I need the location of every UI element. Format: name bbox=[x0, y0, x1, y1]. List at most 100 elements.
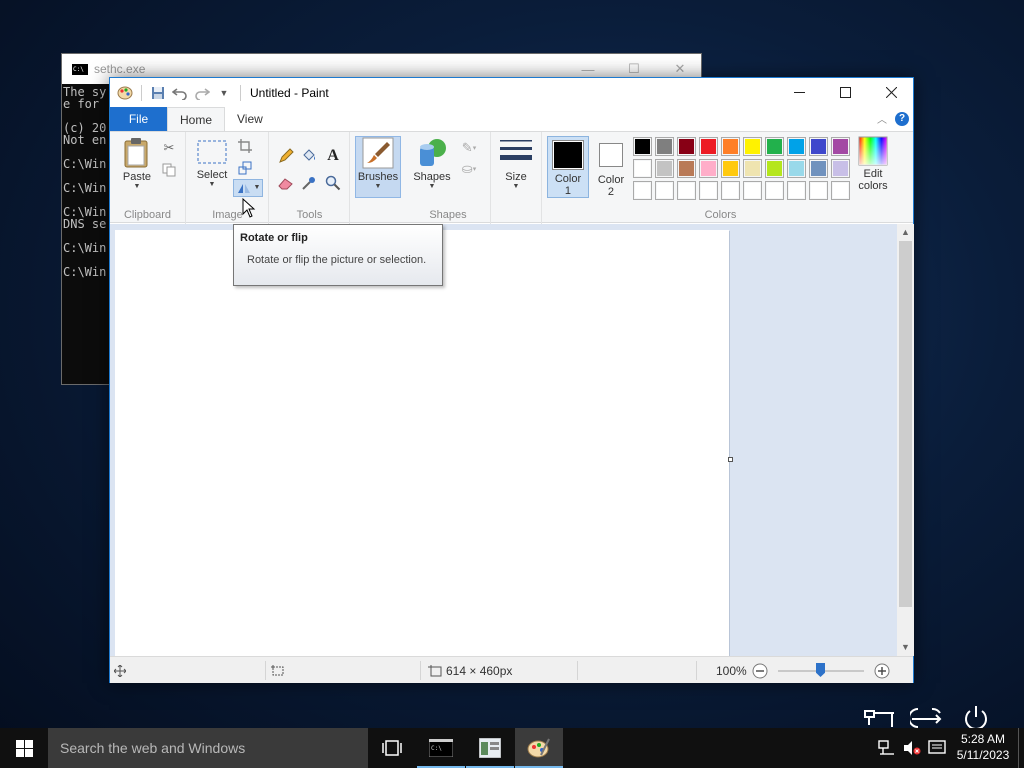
color-picker-icon[interactable] bbox=[300, 174, 318, 192]
palette-swatch[interactable] bbox=[809, 181, 828, 200]
undo-icon[interactable] bbox=[171, 84, 189, 102]
palette-swatch[interactable] bbox=[699, 137, 718, 156]
clipboard-group-label: Clipboard bbox=[123, 209, 172, 221]
pencil-icon[interactable] bbox=[277, 147, 295, 165]
select-button[interactable]: Select ▼ bbox=[195, 140, 229, 189]
edit-colors-label-1: Edit bbox=[863, 168, 883, 180]
palette-swatch[interactable] bbox=[831, 181, 850, 200]
paint-titlebar[interactable]: ▼ Untitled - Paint bbox=[110, 78, 913, 107]
customize-qat-chevron-icon[interactable]: ▼ bbox=[215, 84, 233, 102]
palette-swatch[interactable] bbox=[831, 137, 850, 156]
image-size-icon bbox=[428, 657, 442, 684]
shapes-button[interactable]: Shapes ▼ bbox=[412, 137, 452, 191]
taskbar-clock[interactable]: 5:28 AM 5/11/2023 bbox=[952, 731, 1014, 763]
eraser-icon[interactable] bbox=[277, 174, 295, 192]
edit-colors-button[interactable]: Edit colors bbox=[852, 136, 894, 192]
palette-swatch[interactable] bbox=[787, 159, 806, 178]
task-view-button[interactable] bbox=[368, 728, 416, 768]
scroll-up-icon[interactable]: ▲ bbox=[897, 224, 914, 241]
tab-home[interactable]: Home bbox=[167, 107, 226, 131]
palette-swatch[interactable] bbox=[677, 181, 696, 200]
palette-swatch[interactable] bbox=[721, 159, 740, 178]
palette-swatch[interactable] bbox=[655, 181, 674, 200]
collapse-ribbon-icon[interactable]: ︿ bbox=[877, 111, 887, 126]
palette-swatch[interactable] bbox=[633, 159, 652, 178]
palette-swatch[interactable] bbox=[765, 137, 784, 156]
taskbar-explorer-app[interactable] bbox=[466, 728, 514, 768]
shapes-label: Shapes bbox=[413, 171, 451, 183]
ribbon-controls: ︿ ? bbox=[877, 111, 909, 126]
scroll-down-icon[interactable]: ▼ bbox=[897, 639, 914, 656]
taskbar-search-box[interactable]: Search the web and Windows bbox=[48, 728, 368, 768]
palette-swatch[interactable] bbox=[831, 159, 850, 178]
copy-icon[interactable] bbox=[160, 161, 178, 179]
volume-muted-icon[interactable] bbox=[903, 728, 921, 768]
palette-swatch[interactable] bbox=[809, 159, 828, 178]
size-button[interactable]: Size ▼ bbox=[497, 138, 535, 191]
fill-icon[interactable]: ⛀ ▾ bbox=[456, 160, 482, 178]
server-manager-icon bbox=[479, 738, 501, 758]
palette-swatch[interactable] bbox=[743, 181, 762, 200]
paint-app-icon[interactable] bbox=[116, 84, 134, 102]
tab-view[interactable]: View bbox=[225, 107, 275, 131]
scroll-thumb[interactable] bbox=[899, 241, 912, 607]
magnifier-icon[interactable] bbox=[324, 174, 342, 192]
palette-swatch[interactable] bbox=[633, 137, 652, 156]
taskbar-cmd-app[interactable]: C:\ bbox=[417, 728, 465, 768]
palette-swatch[interactable] bbox=[765, 181, 784, 200]
outline-icon[interactable]: ✎ ▾ bbox=[456, 139, 482, 157]
palette-swatch[interactable] bbox=[765, 159, 784, 178]
text-tool-icon[interactable]: A bbox=[324, 147, 342, 165]
window-title: Untitled - Paint bbox=[250, 85, 329, 100]
cut-icon[interactable]: ✂ bbox=[160, 139, 178, 157]
palette-swatch[interactable] bbox=[633, 181, 652, 200]
network-tray-icon[interactable] bbox=[878, 728, 896, 768]
palette-swatch[interactable] bbox=[699, 181, 718, 200]
color1-swatch bbox=[552, 140, 584, 170]
palette-swatch[interactable] bbox=[787, 137, 806, 156]
palette-swatch[interactable] bbox=[721, 137, 740, 156]
show-desktop-button[interactable] bbox=[1018, 728, 1024, 768]
close-button[interactable] bbox=[868, 78, 914, 107]
start-button[interactable] bbox=[0, 728, 48, 768]
palette-swatch[interactable] bbox=[787, 181, 806, 200]
palette-swatch[interactable] bbox=[677, 137, 696, 156]
maximize-button[interactable] bbox=[822, 78, 868, 107]
action-center-icon[interactable] bbox=[928, 728, 946, 768]
palette-swatch[interactable] bbox=[655, 137, 674, 156]
zoom-slider[interactable] bbox=[778, 657, 864, 684]
zoom-slider-thumb[interactable] bbox=[816, 663, 825, 677]
palette-swatch[interactable] bbox=[743, 137, 762, 156]
tab-file[interactable]: File bbox=[110, 107, 167, 131]
brushes-button[interactable]: Brushes ▼ bbox=[355, 136, 401, 198]
resize-icon[interactable] bbox=[236, 159, 254, 177]
crop-icon[interactable] bbox=[236, 137, 254, 155]
zoom-in-button[interactable] bbox=[874, 657, 890, 684]
palette-swatch[interactable] bbox=[699, 159, 718, 178]
status-divider bbox=[420, 661, 421, 680]
color2-button[interactable]: Color 2 bbox=[591, 136, 631, 198]
zoom-out-button[interactable] bbox=[752, 657, 768, 684]
redo-icon[interactable] bbox=[193, 84, 211, 102]
drawing-canvas[interactable] bbox=[115, 230, 729, 656]
shapes-dropdown-icon: ▼ bbox=[428, 183, 436, 190]
fill-bucket-icon[interactable] bbox=[300, 147, 318, 165]
rotate-or-flip-button[interactable]: ▼ bbox=[233, 179, 263, 197]
palette-swatch[interactable] bbox=[721, 181, 740, 200]
color1-button[interactable]: Color 1 bbox=[547, 136, 589, 198]
palette-swatch[interactable] bbox=[677, 159, 696, 178]
status-divider bbox=[265, 661, 266, 680]
taskbar-paint-app[interactable] bbox=[515, 728, 563, 768]
palette-swatch[interactable] bbox=[655, 159, 674, 178]
vertical-scrollbar[interactable]: ▲ ▼ bbox=[897, 224, 914, 656]
paste-button[interactable]: Paste ▼ bbox=[118, 137, 156, 191]
palette-swatch[interactable] bbox=[809, 137, 828, 156]
minimize-button[interactable] bbox=[776, 78, 822, 107]
paint-window[interactable]: ▼ Untitled - Paint File Home View ︿ ? Pa… bbox=[109, 77, 914, 683]
palette-swatch[interactable] bbox=[743, 159, 762, 178]
save-icon[interactable] bbox=[149, 84, 167, 102]
color1-label-2: 1 bbox=[564, 185, 572, 197]
task-view-icon bbox=[382, 740, 402, 756]
resize-handle-right[interactable] bbox=[728, 457, 733, 462]
help-icon[interactable]: ? bbox=[895, 111, 909, 126]
